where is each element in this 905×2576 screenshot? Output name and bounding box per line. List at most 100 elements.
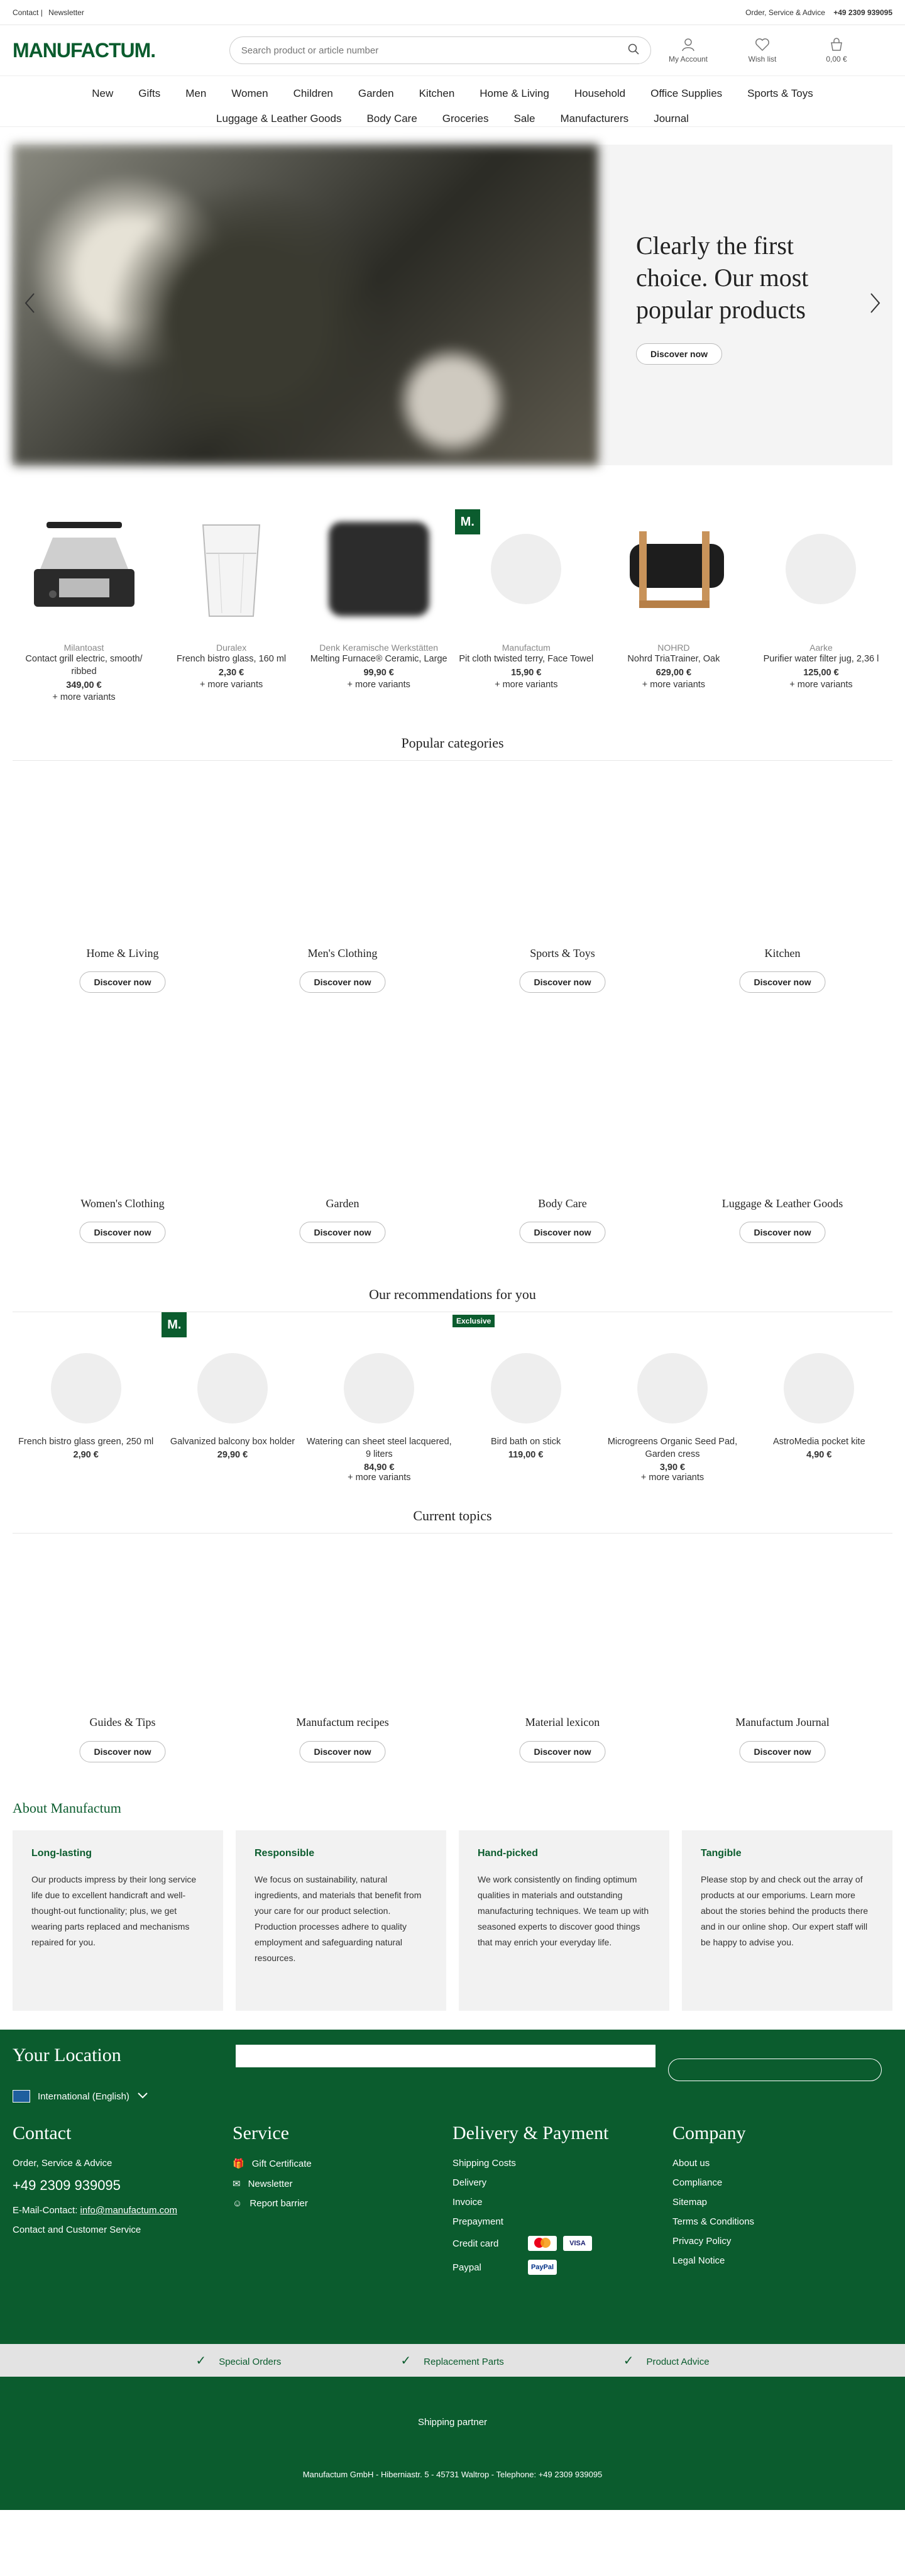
product-image-placeholder[interactable] — [306, 1341, 452, 1435]
nav-item[interactable]: Body Care — [354, 113, 429, 125]
topic-tile[interactable]: Guides & Tips Discover now — [13, 1534, 233, 1767]
location-submit-button[interactable] — [668, 2059, 882, 2081]
category-tile[interactable]: Garden Discover now — [233, 1011, 452, 1261]
product-card[interactable]: NOHRD Nohrd TriaTrainer, Oak 629,00 € + … — [602, 509, 745, 702]
footer-credit-card-row[interactable]: Credit card VISA — [452, 2236, 672, 2251]
footer-link[interactable]: Privacy Policy — [672, 2236, 892, 2247]
product-variants[interactable]: + more variants — [13, 692, 155, 702]
topic-discover-button[interactable]: Discover now — [299, 1741, 386, 1762]
footer-link[interactable]: Invoice — [452, 2197, 672, 2208]
product-name[interactable]: French bistro glass, 160 ml — [160, 653, 303, 665]
product-card[interactable]: Milantoast Contact grill electric, smoot… — [13, 509, 155, 702]
product-card[interactable]: Duralex French bistro glass, 160 ml 2,30… — [160, 509, 303, 702]
product-image-placeholder[interactable] — [13, 1341, 159, 1435]
product-image-placeholder[interactable] — [746, 1341, 892, 1435]
strip-item[interactable]: ✓ Replacement Parts — [400, 2353, 503, 2369]
product-name[interactable]: Galvanized balcony box holder — [159, 1435, 305, 1448]
nav-item[interactable]: New — [79, 87, 126, 100]
category-discover-button[interactable]: Discover now — [79, 1222, 166, 1243]
my-account-button[interactable]: My Account — [651, 37, 725, 64]
product-variants[interactable]: + more variants — [306, 1473, 452, 1483]
wishlist-button[interactable]: Wish list — [725, 37, 799, 64]
nav-item[interactable]: Sale — [501, 113, 547, 125]
category-tile[interactable]: Luggage & Leather Goods Discover now — [672, 1011, 892, 1261]
footer-phone[interactable]: +49 2309 939095 — [13, 2177, 233, 2194]
nav-item[interactable]: Garden — [346, 87, 407, 100]
product-variants[interactable]: + more variants — [750, 680, 892, 690]
nav-item[interactable]: Gifts — [126, 87, 173, 100]
topbar-phone[interactable]: +49 2309 939095 — [833, 8, 892, 17]
order-service-link[interactable]: Order, Service & Advice — [745, 8, 825, 17]
hero-discover-button[interactable]: Discover now — [636, 343, 723, 365]
manufactum-logo[interactable]: MANUFACTUM. — [13, 39, 229, 62]
category-discover-button[interactable]: Discover now — [739, 1222, 826, 1243]
strip-item[interactable]: ✓ Product Advice — [623, 2353, 710, 2369]
product-name[interactable]: Bird bath on stick — [452, 1435, 599, 1448]
nav-item[interactable]: Men — [173, 87, 219, 100]
search-icon[interactable] — [628, 43, 639, 57]
topic-tile[interactable]: Manufactum Journal Discover now — [672, 1534, 892, 1767]
carousel-prev-icon[interactable] — [24, 292, 36, 319]
language-selector[interactable]: International (English) — [13, 2090, 892, 2103]
recommendation-card[interactable]: Watering can sheet steel lacquered, 9 li… — [306, 1341, 452, 1483]
product-card[interactable]: Aarke Purifier water filter jug, 2,36 l … — [750, 509, 892, 702]
product-name[interactable]: Pit cloth twisted terry, Face Towel — [455, 653, 598, 665]
category-tile[interactable]: Sports & Toys Discover now — [452, 761, 672, 1011]
product-variants[interactable]: + more variants — [602, 680, 745, 690]
search-bar[interactable] — [229, 36, 651, 64]
product-variants[interactable]: + more variants — [599, 1473, 745, 1483]
nav-item[interactable]: Sports & Toys — [735, 87, 826, 100]
category-discover-button[interactable]: Discover now — [299, 1222, 386, 1243]
category-discover-button[interactable]: Discover now — [519, 971, 606, 993]
recommendation-card[interactable]: French bistro glass green, 250 ml 2,90 € — [13, 1341, 159, 1483]
product-name[interactable]: Nohrd TriaTrainer, Oak — [602, 653, 745, 665]
product-variants[interactable]: + more variants — [307, 680, 450, 690]
product-image-triatrainer[interactable] — [602, 509, 745, 629]
product-name[interactable]: Microgreens Organic Seed Pad, Garden cre… — [599, 1435, 745, 1461]
product-variants[interactable]: + more variants — [455, 680, 598, 690]
topic-tile[interactable]: Manufactum recipes Discover now — [233, 1534, 452, 1767]
footer-link[interactable]: Shipping Costs — [452, 2158, 672, 2169]
nav-item[interactable]: Office Supplies — [638, 87, 735, 100]
topic-discover-button[interactable]: Discover now — [739, 1741, 826, 1762]
category-discover-button[interactable]: Discover now — [79, 971, 166, 993]
category-tile[interactable]: Men's Clothing Discover now — [233, 761, 452, 1011]
footer-newsletter[interactable]: ✉ Newsletter — [233, 2178, 452, 2190]
category-tile[interactable]: Kitchen Discover now — [672, 761, 892, 1011]
nav-item[interactable]: Manufacturers — [548, 113, 642, 125]
recommendation-card[interactable]: M. Galvanized balcony box holder 29,90 € — [159, 1312, 305, 1483]
newsletter-link[interactable]: Newsletter — [48, 8, 84, 17]
category-tile[interactable]: Home & Living Discover now — [13, 761, 233, 1011]
product-image-bistro-glass[interactable] — [160, 509, 303, 629]
recommendation-card[interactable]: Exclusive Bird bath on stick 119,00 € — [452, 1315, 599, 1483]
location-input[interactable] — [236, 2045, 655, 2067]
category-discover-button[interactable]: Discover now — [739, 971, 826, 993]
footer-paypal-row[interactable]: Paypal PayPal — [452, 2260, 672, 2275]
product-image-grill[interactable] — [13, 509, 155, 629]
product-card[interactable]: Denk Keramische Werkstätten Melting Furn… — [307, 509, 450, 702]
category-discover-button[interactable]: Discover now — [299, 971, 386, 993]
carousel-next-icon[interactable] — [869, 292, 881, 319]
topic-tile[interactable]: Material lexicon Discover now — [452, 1534, 672, 1767]
footer-customer-service-link[interactable]: Contact and Customer Service — [13, 2225, 233, 2235]
product-image-placeholder[interactable] — [452, 1341, 599, 1435]
product-name[interactable]: French bistro glass green, 250 ml — [13, 1435, 159, 1448]
category-tile[interactable]: Body Care Discover now — [452, 1011, 672, 1261]
footer-link[interactable]: Sitemap — [672, 2197, 892, 2208]
cart-button[interactable]: 0,00 € — [799, 37, 874, 64]
contact-link[interactable]: Contact — [13, 8, 38, 17]
strip-item[interactable]: ✓ Special Orders — [195, 2353, 281, 2369]
product-image-placeholder[interactable] — [159, 1341, 305, 1435]
product-name[interactable]: AstroMedia pocket kite — [746, 1435, 892, 1448]
footer-link[interactable]: Delivery — [452, 2177, 672, 2188]
product-image-placeholder[interactable] — [750, 509, 892, 629]
product-name[interactable]: Melting Furnace® Ceramic, Large — [307, 653, 450, 665]
product-image-placeholder[interactable] — [599, 1341, 745, 1435]
footer-link[interactable]: About us — [672, 2158, 892, 2169]
product-image-melting-furnace[interactable] — [307, 509, 450, 629]
product-name[interactable]: Purifier water filter jug, 2,36 l — [750, 653, 892, 665]
footer-link[interactable]: Compliance — [672, 2177, 892, 2188]
nav-item[interactable]: Household — [562, 87, 638, 100]
topic-discover-button[interactable]: Discover now — [519, 1741, 606, 1762]
nav-item[interactable]: Home & Living — [467, 87, 562, 100]
